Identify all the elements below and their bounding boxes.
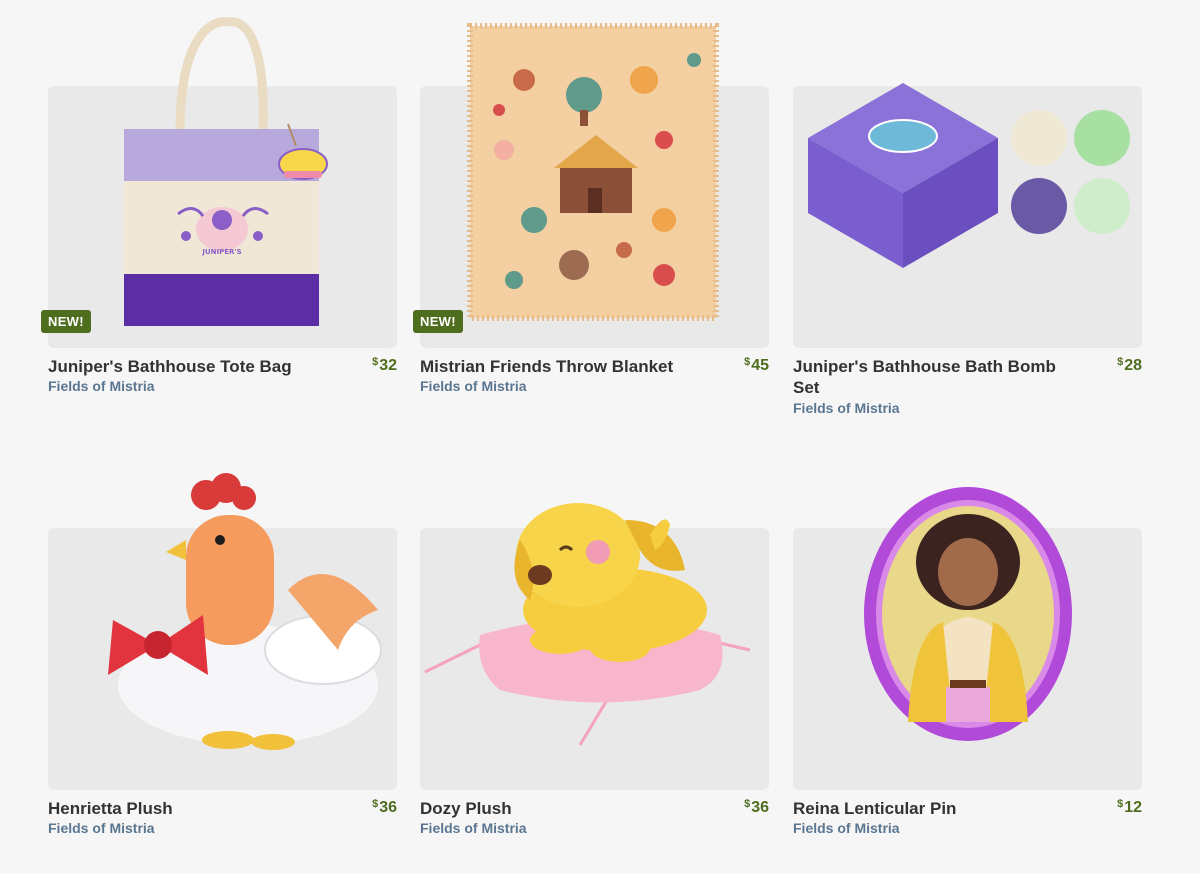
product-title[interactable]: Henrietta Plush bbox=[48, 798, 338, 819]
price-value: 36 bbox=[379, 799, 397, 816]
product-price: $32 bbox=[372, 356, 397, 375]
product-price: $45 bbox=[744, 356, 769, 375]
dozy-plush-image[interactable] bbox=[420, 490, 769, 750]
currency-symbol: $ bbox=[372, 798, 379, 810]
reina-pin-image[interactable] bbox=[858, 482, 1078, 747]
product-title[interactable]: Juniper's Bathhouse Tote Bag bbox=[48, 356, 338, 377]
price-value: 36 bbox=[751, 799, 769, 816]
throw-blanket-image[interactable] bbox=[464, 20, 724, 325]
tote-logo-text: JUNIPER'S bbox=[201, 248, 241, 256]
bath-bomb-image[interactable] bbox=[803, 78, 1143, 278]
currency-symbol: $ bbox=[372, 356, 379, 368]
product-title[interactable]: Juniper's Bathhouse Bath Bomb Set bbox=[793, 356, 1083, 398]
product-brand[interactable]: Fields of Mistria bbox=[420, 820, 527, 836]
product-price: $28 bbox=[1117, 356, 1142, 375]
price-value: 12 bbox=[1124, 799, 1142, 816]
currency-symbol: $ bbox=[744, 798, 751, 810]
product-title[interactable]: Reina Lenticular Pin bbox=[793, 798, 1083, 819]
product-title[interactable]: Dozy Plush bbox=[420, 798, 710, 819]
product-brand[interactable]: Fields of Mistria bbox=[793, 820, 900, 836]
currency-symbol: $ bbox=[1117, 356, 1124, 368]
product-brand[interactable]: Fields of Mistria bbox=[420, 378, 527, 394]
product-price: $36 bbox=[372, 798, 397, 817]
new-badge: NEW! bbox=[41, 310, 91, 333]
currency-symbol: $ bbox=[744, 356, 751, 368]
product-brand[interactable]: Fields of Mistria bbox=[793, 400, 900, 416]
product-brand[interactable]: Fields of Mistria bbox=[48, 820, 155, 836]
product-title[interactable]: Mistrian Friends Throw Blanket bbox=[420, 356, 710, 377]
price-value: 45 bbox=[751, 357, 769, 374]
price-value: 28 bbox=[1124, 357, 1142, 374]
tote-bag-image[interactable]: JUNIPER'S bbox=[118, 14, 328, 329]
product-price: $12 bbox=[1117, 798, 1142, 817]
new-badge: NEW! bbox=[413, 310, 463, 333]
price-value: 32 bbox=[379, 357, 397, 374]
product-price: $36 bbox=[744, 798, 769, 817]
product-brand[interactable]: Fields of Mistria bbox=[48, 378, 155, 394]
currency-symbol: $ bbox=[1117, 798, 1124, 810]
henrietta-plush-image[interactable] bbox=[98, 470, 398, 760]
